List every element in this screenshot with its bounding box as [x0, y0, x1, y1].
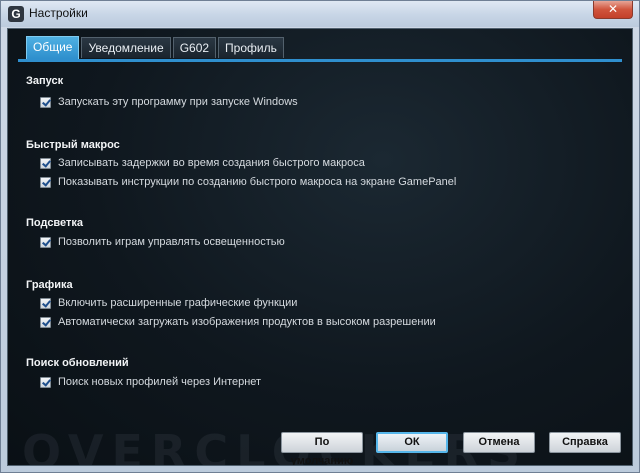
option-label: Автоматически загружать изображения прод… — [58, 316, 436, 328]
option-games-control-lighting[interactable]: Позволить играм управлять освещенностью — [40, 235, 285, 249]
option-label: Позволить играм управлять освещенностью — [58, 236, 285, 248]
checkbox-checked[interactable] — [40, 236, 51, 248]
tab-general[interactable]: Общие — [26, 36, 80, 59]
checkbox-checked[interactable] — [40, 176, 51, 188]
settings-window: G Настройки ✕ Общие Уведомление G602 Про… — [0, 0, 640, 473]
option-advanced-graphics[interactable]: Включить расширенные графические функции — [40, 296, 297, 310]
section-startup-title: Запуск — [26, 75, 64, 87]
checkbox-checked[interactable] — [40, 96, 51, 108]
option-hires-images[interactable]: Автоматически загружать изображения прод… — [40, 315, 436, 329]
tab-bar: Общие Уведомление G602 Профиль — [26, 36, 286, 59]
checkbox-checked[interactable] — [40, 297, 51, 309]
section-lighting-title: Подсветка — [26, 217, 84, 229]
watermark: OVERCLOCKERS — [22, 425, 529, 466]
tab-notification[interactable]: Уведомление — [81, 37, 171, 58]
option-label: Записывать задержки во время создания бы… — [58, 157, 365, 169]
option-label: Запускать эту программу при запуске Wind… — [58, 96, 298, 108]
close-icon: ✕ — [607, 2, 619, 16]
section-updates-title: Поиск обновлений — [26, 357, 129, 369]
option-label: Показывать инструкции по созданию быстро… — [58, 176, 457, 188]
tab-g602[interactable]: G602 — [172, 37, 217, 58]
ok-button[interactable]: ОК — [376, 432, 448, 453]
option-record-delays[interactable]: Записывать задержки во время создания бы… — [40, 156, 365, 170]
cancel-button[interactable]: Отмена — [463, 432, 535, 453]
option-label: Поиск новых профилей через Интернет — [58, 376, 262, 388]
tab-underline — [18, 59, 622, 62]
option-show-instructions[interactable]: Показывать инструкции по созданию быстро… — [40, 175, 456, 189]
option-run-at-startup[interactable]: Запускать эту программу при запуске Wind… — [40, 95, 298, 109]
section-macro-title: Быстрый макрос — [26, 139, 120, 151]
defaults-button[interactable]: По умолчанию — [281, 432, 363, 465]
section-graphics-title: Графика — [26, 279, 73, 291]
checkbox-checked[interactable] — [40, 157, 51, 169]
checkbox-checked[interactable] — [40, 376, 51, 388]
close-button[interactable]: ✕ — [593, 1, 633, 19]
help-button[interactable]: Справка — [549, 432, 621, 453]
title-bar[interactable]: G Настройки ✕ — [1, 1, 639, 27]
window-title: Настройки — [29, 6, 88, 20]
option-label: Включить расширенные графические функции — [58, 297, 298, 309]
logitech-g-icon: G — [8, 6, 24, 22]
tab-profile[interactable]: Профиль — [218, 37, 284, 58]
settings-panel: Общие Уведомление G602 Профиль Запуск За… — [7, 28, 633, 466]
checkbox-checked[interactable] — [40, 316, 51, 328]
option-check-profiles[interactable]: Поиск новых профилей через Интернет — [40, 375, 261, 389]
